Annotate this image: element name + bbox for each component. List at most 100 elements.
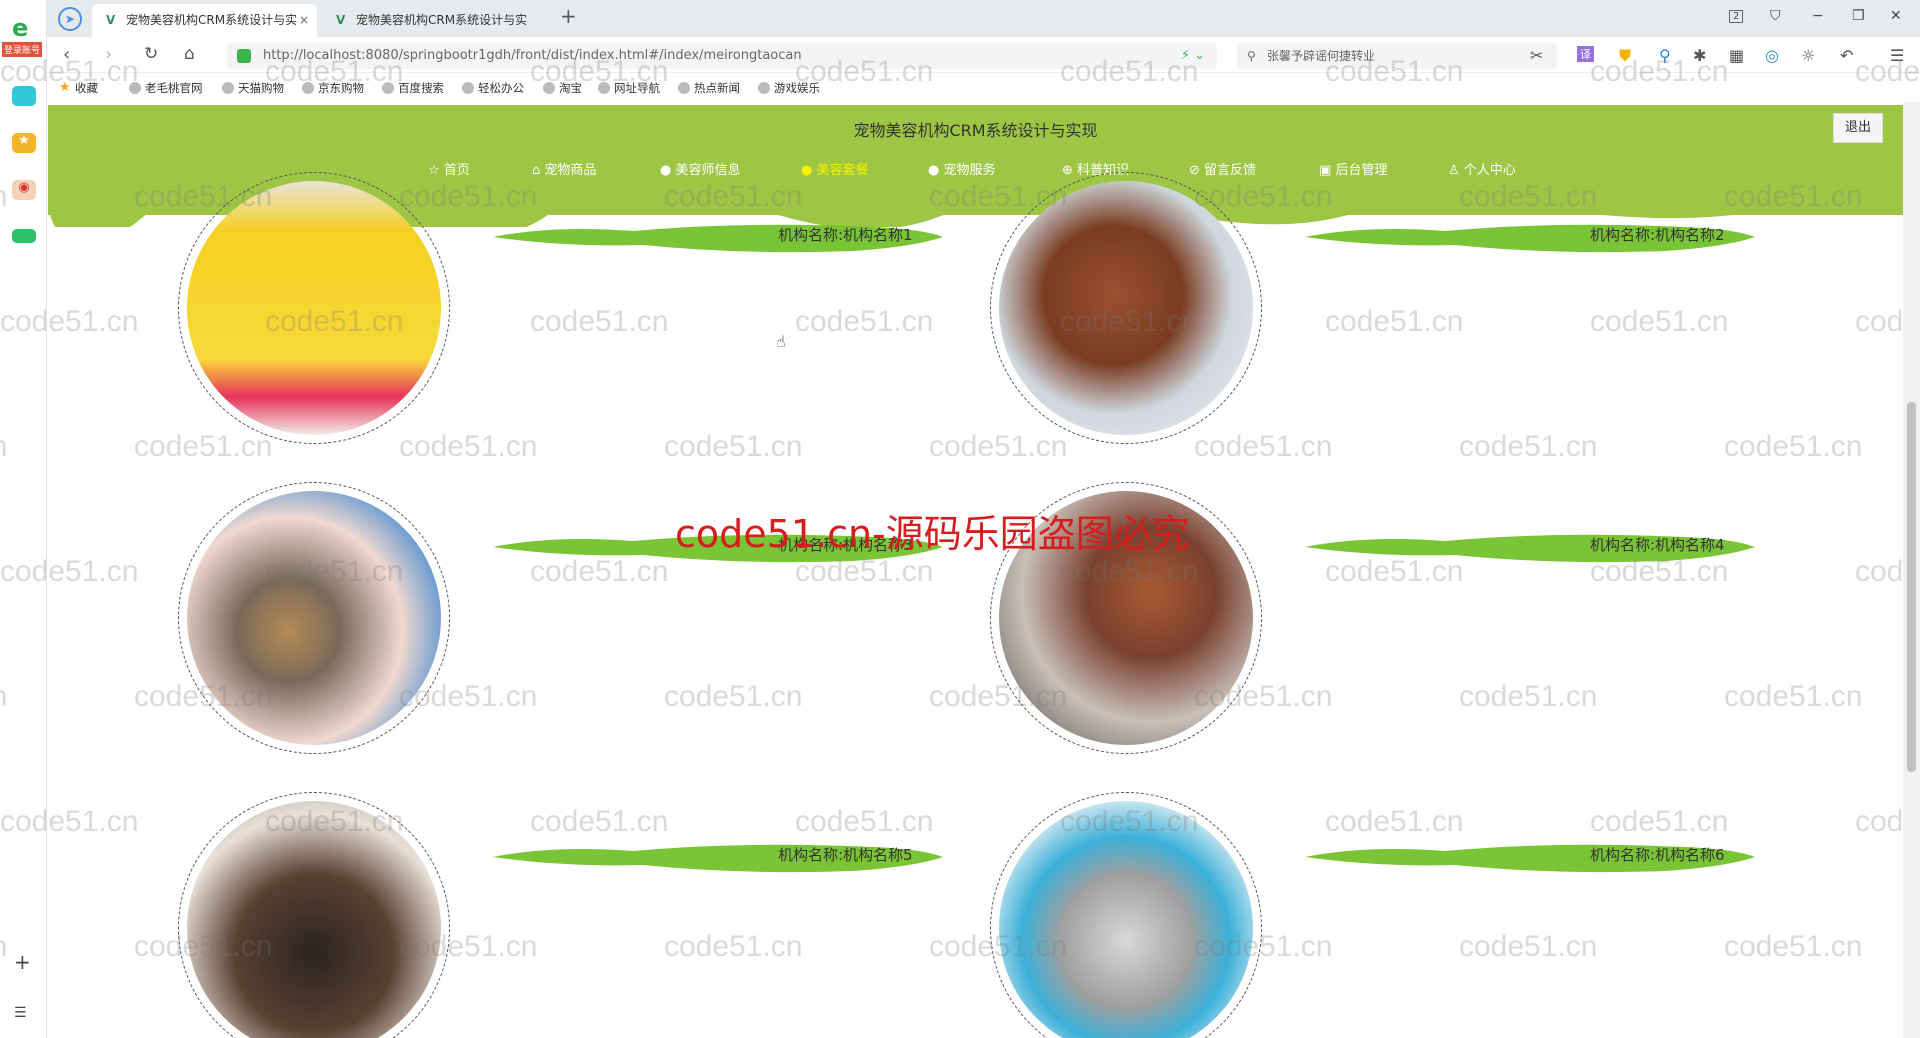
nav-label: 个人中心	[1463, 163, 1516, 178]
menu-icon[interactable]: ☰	[1890, 46, 1904, 65]
extension-icon[interactable]: ✱	[1693, 46, 1706, 65]
hand-cursor-icon: ☝	[776, 332, 786, 351]
nav-label: 留言反馈	[1204, 163, 1257, 178]
bookmark[interactable]: 游戏娱乐	[758, 74, 820, 102]
brightness-icon[interactable]: ☼	[1801, 46, 1815, 65]
nav-icon: ☆	[428, 163, 440, 178]
nav-item[interactable]: ⌂ 宠物商品	[532, 159, 596, 178]
bookmark[interactable]: 网址导航	[598, 74, 660, 102]
minimize-icon[interactable]: −	[1812, 8, 1824, 24]
weibo-icon[interactable]: ◉	[12, 180, 36, 200]
nav-icon: ●	[928, 163, 940, 178]
browser-tab[interactable]: V 宠物美容机构CRM系统设计与实	[322, 4, 547, 37]
bookmark-favorites[interactable]: 收藏	[59, 74, 98, 102]
vue-icon: V	[106, 13, 116, 27]
package-image[interactable]	[178, 172, 450, 444]
favorites-star-icon[interactable]: ★	[12, 133, 36, 153]
url-bar[interactable]: http://localhost:8080/springbootr1gdh/fr…	[227, 43, 1217, 69]
package-image[interactable]	[178, 792, 450, 1038]
login-badge[interactable]: 登录账号	[2, 42, 43, 57]
nav-item[interactable]: ● 美容师信息	[660, 159, 741, 178]
restore-icon[interactable]: ❐	[1852, 8, 1865, 24]
nav-label: 首页	[443, 163, 470, 178]
nav-label: 宠物商品	[544, 163, 597, 178]
nav-item[interactable]: ⊘ 留言反馈	[1189, 159, 1256, 178]
search-icon: ⚲	[1247, 49, 1256, 63]
search-placeholder: 张馨予辟谣何捷转业	[1267, 49, 1376, 63]
address-row: ‹ › ↻ ⌂ http://localhost:8080/springboot…	[47, 37, 1920, 73]
package-name[interactable]: 机构名称:机构名称4	[1590, 534, 1725, 555]
nav-icon: ♙	[1448, 163, 1460, 178]
reload-icon[interactable]: ↻	[144, 44, 158, 64]
navigate-icon[interactable]: ➤	[58, 7, 82, 31]
nav-item[interactable]: ● 宠物服务	[928, 159, 996, 178]
package-image[interactable]	[178, 482, 450, 754]
translate-icon[interactable]: 译	[1577, 46, 1594, 62]
nav-item[interactable]: ♙ 个人中心	[1448, 159, 1516, 178]
search-input[interactable]: ⚲ 张馨予辟谣何捷转业	[1237, 43, 1557, 69]
package-name[interactable]: 机构名称:机构名称2	[1590, 224, 1725, 245]
tab-title: 宠物美容机构CRM系统设计与实	[356, 13, 528, 27]
vue-icon: V	[336, 13, 346, 27]
nav-label: 美容师信息	[675, 163, 741, 178]
browser-sidebar: e 登录账号 ★ ◉ + ☰	[0, 0, 47, 1038]
package-name[interactable]: 机构名称:机构名称1	[778, 224, 913, 245]
grid-icon[interactable]: ▦	[1729, 46, 1744, 65]
undo-icon[interactable]: ↶	[1840, 46, 1853, 65]
nav-item[interactable]: ☆ 首页	[428, 159, 470, 178]
tab-title: 宠物美容机构CRM系统设计与实	[126, 13, 298, 27]
list-icon[interactable]: ☰	[14, 1005, 27, 1021]
plus-app-icon[interactable]	[12, 86, 36, 106]
scrollbar-thumb[interactable]	[1907, 402, 1916, 772]
back-icon[interactable]: ‹	[63, 44, 70, 65]
package-name[interactable]: 机构名称:机构名称5	[778, 844, 913, 865]
home-icon[interactable]: ⌂	[184, 44, 195, 64]
package-image[interactable]	[990, 792, 1262, 1038]
close-window-icon[interactable]: ✕	[1890, 8, 1902, 24]
window-count-badge[interactable]: 2	[1729, 10, 1744, 23]
bookmark[interactable]: 百度搜索	[382, 74, 444, 102]
poodle-grooming-image	[999, 181, 1253, 435]
new-tab-button[interactable]: +	[560, 4, 577, 28]
bookmark[interactable]: 天猫购物	[222, 74, 284, 102]
mail-icon[interactable]	[12, 229, 36, 243]
yorkie-grooming-image	[187, 491, 441, 745]
close-tab-icon[interactable]: ×	[299, 4, 309, 37]
page-content: 宠物美容机构CRM系统设计与实现 退出 ☆ 首页 ⌂ 宠物商品 ● 美容师信息 ● 美…	[48, 102, 1903, 1038]
url-text: http://localhost:8080/springbootr1gdh/fr…	[263, 48, 802, 63]
price-list-poster-image	[187, 181, 441, 435]
scissors-icon[interactable]: ✂	[1530, 46, 1543, 65]
nav-item[interactable]: ▣ 后台管理	[1319, 159, 1387, 178]
logout-button[interactable]: 退出	[1833, 113, 1883, 143]
skin-icon[interactable]: ⛉	[1770, 8, 1781, 24]
lightning-icon[interactable]: ⚡ ⌄	[1181, 43, 1205, 69]
page-scrollbar[interactable]	[1903, 102, 1920, 1038]
shield-icon[interactable]: ⛊	[1619, 46, 1631, 66]
forward-icon[interactable]: ›	[105, 44, 112, 65]
nav-icon: ●	[660, 163, 672, 178]
bernese-dog-image	[187, 801, 441, 1038]
nav-icon: ⊘	[1189, 163, 1200, 178]
nav-icon: ⌂	[532, 163, 541, 178]
browser-logo-icon: e	[12, 14, 29, 42]
secure-shield-icon	[237, 49, 251, 63]
site-title: 宠物美容机构CRM系统设计与实现	[853, 121, 1098, 140]
add-icon[interactable]: +	[14, 950, 31, 974]
bookmark[interactable]: 京东购物	[302, 74, 364, 102]
bookmark[interactable]: 淘宝	[543, 74, 582, 102]
nav-item[interactable]: ● 美容套餐	[801, 159, 869, 178]
nav-icon: ▣	[1319, 163, 1332, 178]
bookmark[interactable]: 老毛桃官网	[129, 74, 203, 102]
bookmark[interactable]: 热点新闻	[678, 74, 740, 102]
browser-tab-active[interactable]: V 宠物美容机构CRM系统设计与实 ×	[92, 4, 317, 37]
sync-icon[interactable]: ◎	[1765, 46, 1779, 65]
nav-icon: ⊕	[1062, 163, 1073, 178]
browser-tab-bar: ➤ V 宠物美容机构CRM系统设计与实 × V 宠物美容机构CRM系统设计与实 …	[0, 0, 1920, 37]
package-image[interactable]	[990, 172, 1262, 444]
nav-icon: ●	[801, 163, 813, 178]
center-watermark: code51.cn-源码乐园盗图必究	[675, 512, 1190, 556]
nav-label: 宠物服务	[943, 163, 996, 178]
package-name[interactable]: 机构名称:机构名称6	[1590, 844, 1725, 865]
bookmark[interactable]: 轻松办公	[462, 74, 524, 102]
magnifier-icon[interactable]: ⚲	[1659, 46, 1671, 65]
